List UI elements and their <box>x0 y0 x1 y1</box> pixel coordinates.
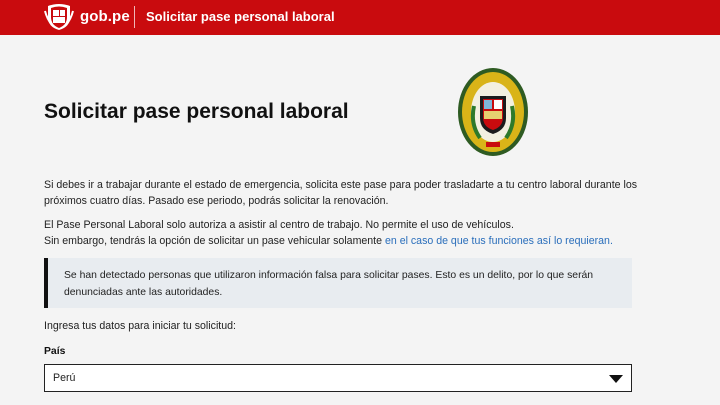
vehicle-pass-link[interactable]: en el caso de que tus funciones así lo r… <box>385 235 613 247</box>
fraud-warning-alert: Se han detectado personas que utilizaron… <box>44 258 632 308</box>
alert-line-2: denunciadas ante las autoridades. <box>64 287 223 298</box>
country-select[interactable]: Perú <box>44 364 632 392</box>
restriction-paragraph: El Pase Personal Laboral solo autoriza a… <box>44 218 644 249</box>
restriction-line-2-text: Sin embargo, tendrás la opción de solici… <box>44 234 385 247</box>
peru-coat-of-arms-icon[interactable] <box>44 3 74 31</box>
intro-line-1: Si debes ir a trabajar durante el estado… <box>44 179 638 191</box>
top-header-bar: gob.pe Solicitar pase personal laboral <box>0 0 720 35</box>
intro-paragraph: Si debes ir a trabajar durante el estado… <box>44 178 644 209</box>
chevron-down-icon[interactable] <box>609 374 623 384</box>
restriction-line-1: El Pase Personal Laboral solo autoriza a… <box>44 219 514 231</box>
policia-nacional-peru-seal-icon <box>458 68 528 156</box>
restriction-line-2: Sin embargo, tendrás la opción de solici… <box>44 234 644 250</box>
form-intro: Ingresa tus datos para iniciar tu solici… <box>44 320 236 332</box>
country-select-value: Perú <box>53 372 76 384</box>
page-title: Solicitar pase personal laboral <box>44 100 349 123</box>
gob-pe-brand-link[interactable]: gob.pe <box>80 8 130 25</box>
header-page-title: Solicitar pase personal laboral <box>146 9 335 24</box>
country-label: País <box>44 346 66 357</box>
header-divider <box>134 6 135 28</box>
intro-line-2: próximos cuatro días. Pasado ese periodo… <box>44 194 389 207</box>
alert-line-1: Se han detectado personas que utilizaron… <box>64 270 594 281</box>
alert-text: Se han detectado personas que utilizaron… <box>64 267 624 301</box>
